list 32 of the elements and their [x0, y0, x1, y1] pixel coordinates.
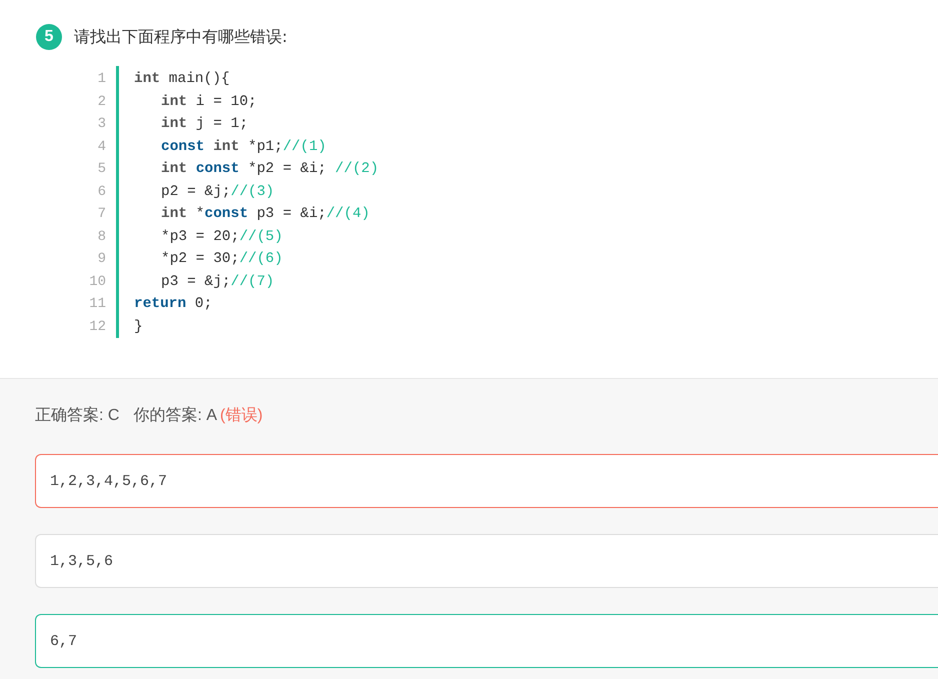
code-line: p2 = &j;//(3)	[160, 182, 276, 202]
code-line: int const *p2 = &i; //(2)	[160, 160, 380, 179]
line-number: 3	[96, 115, 106, 134]
line-number: 6	[96, 182, 106, 202]
answer-option[interactable]: 6,7	[35, 614, 938, 668]
correct-answer-label: 正确答案: C	[35, 405, 120, 426]
question-text: 请找出下面程序中有哪些错误:	[74, 26, 288, 48]
code-line: int main(){	[134, 70, 231, 89]
line-number: 11	[88, 295, 106, 314]
answer-option[interactable]: 1,3,5,6	[35, 534, 938, 588]
code-line: int i = 10;	[160, 92, 258, 112]
line-number: 2	[96, 92, 106, 112]
line-number: 4	[96, 138, 106, 156]
line-number: 9	[96, 250, 106, 269]
code-line: int j = 1;	[160, 115, 250, 134]
code-line: *p2 = 30;//(6)	[160, 250, 284, 269]
your-answer-label: 你的答案: A	[133, 405, 218, 426]
verdict-label: (错误)	[220, 406, 263, 426]
line-number: 10	[88, 272, 106, 292]
answer-option[interactable]: 1,2,3,4,5,6,7	[35, 454, 938, 508]
line-number: 8	[96, 228, 106, 246]
code-line: p3 = &j;//(7)	[160, 272, 276, 292]
question-number-badge: 5	[36, 24, 62, 50]
line-number: 7	[96, 205, 106, 224]
code-line: int *const p3 = &i;//(4)	[160, 205, 371, 224]
code-line: const int *p1;//(1)	[160, 138, 328, 156]
line-number: 5	[96, 160, 106, 179]
code-line: }	[134, 318, 144, 336]
code-line: *p3 = 20;//(5)	[160, 228, 284, 246]
line-number: 12	[88, 318, 106, 336]
code-line: return 0;	[134, 295, 214, 314]
line-number: 1	[96, 70, 106, 89]
